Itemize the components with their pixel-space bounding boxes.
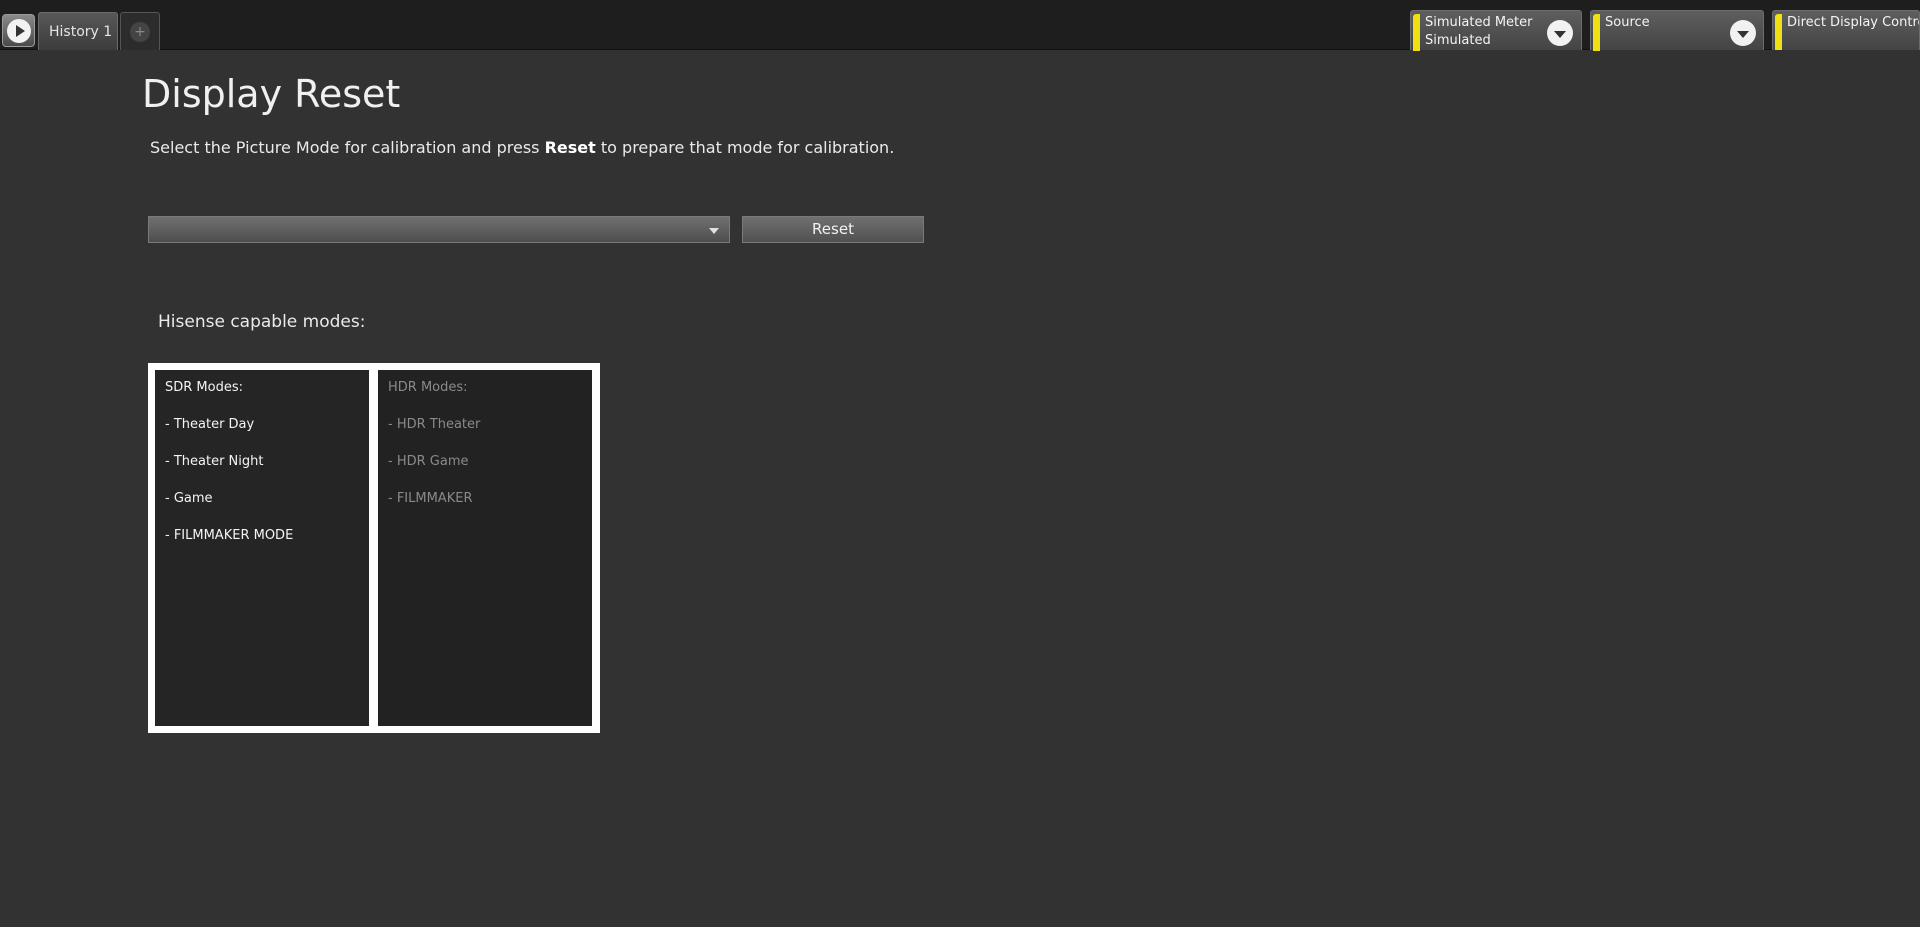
meter-panel[interactable]: Simulated Meter Simulated (1410, 10, 1582, 51)
instructions-text: Select the Picture Mode for calibration … (150, 138, 894, 157)
play-icon (6, 18, 31, 43)
tab-history-1[interactable]: History 1 (38, 12, 118, 50)
source-panel-title: Source (1605, 15, 1650, 30)
display-panel-title: Direct Display Contro (1787, 15, 1920, 30)
plus-icon: + (130, 21, 150, 42)
capable-modes-box: SDR Modes: - Theater Day - Theater Night… (148, 363, 600, 733)
source-panel[interactable]: Source (1590, 10, 1764, 51)
meter-status-indicator (1413, 14, 1420, 51)
list-item: - FILMMAKER MODE (165, 528, 294, 543)
chevron-down-icon (1737, 31, 1749, 38)
picture-mode-select[interactable] (148, 216, 730, 243)
list-item: - Theater Day (165, 417, 255, 432)
hdr-modes-column: HDR Modes: - HDR Theater - HDR Game - FI… (378, 370, 592, 726)
reset-button[interactable]: Reset (742, 216, 924, 243)
play-button[interactable] (2, 14, 35, 47)
meter-panel-title: Simulated Meter (1425, 15, 1533, 30)
add-tab-button[interactable]: + (120, 12, 160, 50)
source-status-indicator (1593, 14, 1600, 51)
source-dropdown-button[interactable] (1730, 20, 1756, 46)
instructions-reset-keyword: Reset (544, 138, 596, 157)
display-status-indicator (1775, 14, 1782, 50)
list-item: - FILMMAKER (388, 491, 473, 506)
hdr-modes-heading: HDR Modes: (388, 380, 468, 395)
meter-dropdown-button[interactable] (1547, 20, 1573, 46)
dropdown-caret-icon (709, 228, 719, 234)
list-item: - HDR Game (388, 454, 469, 469)
capable-modes-label: Hisense capable modes: (158, 312, 366, 332)
instructions-suffix: to prepare that mode for calibration. (595, 138, 895, 157)
chevron-down-icon (1554, 31, 1566, 38)
direct-display-control-panel[interactable]: Direct Display Contro (1772, 10, 1920, 50)
list-item: - HDR Theater (388, 417, 481, 432)
list-item: - Theater Night (165, 454, 264, 469)
sdr-modes-column: SDR Modes: - Theater Day - Theater Night… (155, 370, 369, 726)
instructions-prefix: Select the Picture Mode for calibration … (150, 138, 545, 157)
meter-panel-value: Simulated (1425, 33, 1491, 48)
sdr-modes-heading: SDR Modes: (165, 380, 243, 395)
top-toolbar: History 1 + Simulated Meter Simulated So… (0, 0, 1920, 51)
list-item: - Game (165, 491, 213, 506)
page-title: Display Reset (142, 72, 401, 116)
